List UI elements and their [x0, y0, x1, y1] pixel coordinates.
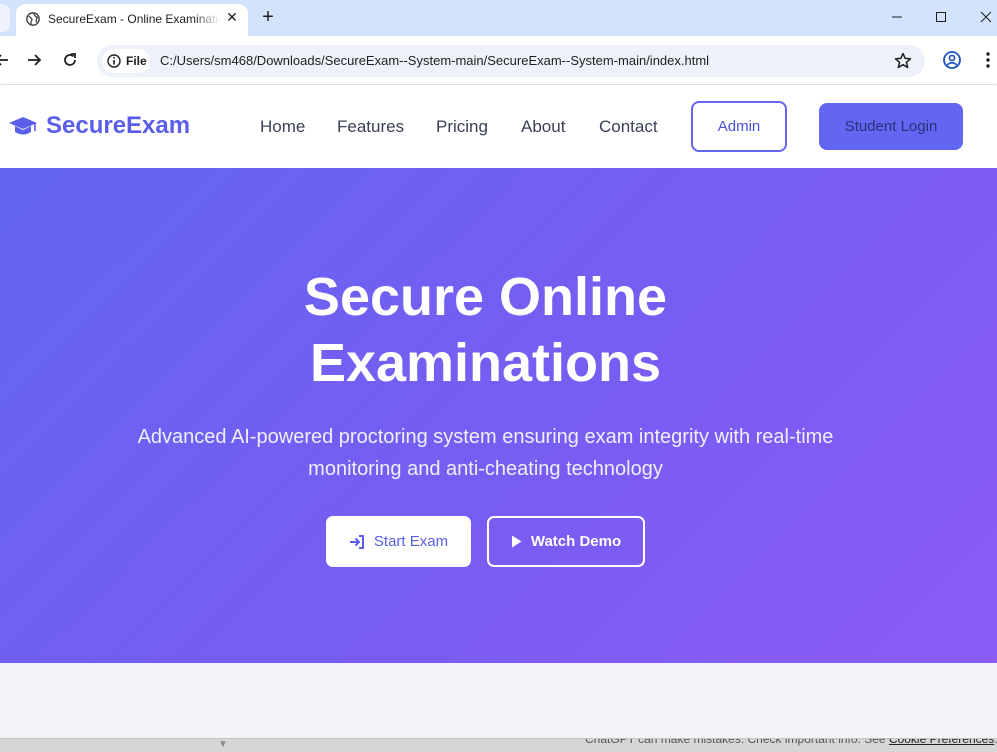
nav-link-pricing[interactable]: Pricing [436, 117, 488, 137]
info-icon [107, 54, 121, 68]
nav-link-contact[interactable]: Contact [599, 117, 658, 137]
admin-button[interactable]: Admin [691, 101, 787, 152]
graduation-cap-icon [9, 117, 37, 135]
site-info-chip[interactable]: File [102, 49, 150, 73]
previous-tab[interactable] [0, 4, 10, 32]
minimize-icon[interactable] [886, 6, 908, 28]
chevron-down-icon[interactable]: ▼ [218, 739, 228, 750]
hero-subtitle: Advanced AI-powered proctoring system en… [137, 426, 834, 480]
reload-icon[interactable] [60, 50, 80, 70]
start-exam-label: Start Exam [373, 533, 449, 550]
hero-title-line-2: Examinations [309, 333, 662, 393]
brand-name: SecureExam [46, 112, 191, 139]
cookie-preferences-link[interactable]: Cookie Preferences [889, 739, 994, 746]
hero-section: Secure Online Examinations Advanced AI-p… [0, 168, 997, 663]
site-header: SecureExam Home Features Pricing About C… [0, 85, 997, 168]
globe-icon [26, 12, 40, 26]
nav-link-features[interactable]: Features [337, 117, 404, 137]
sign-in-icon [349, 534, 365, 549]
tab-close-icon[interactable]: ✕ [224, 9, 240, 25]
window-close-icon[interactable] [975, 6, 997, 28]
next-section [0, 663, 997, 738]
new-tab-button[interactable]: + [258, 7, 278, 28]
maximize-icon[interactable] [930, 6, 952, 28]
hero-title-line-1: Secure Online [303, 267, 668, 327]
bookmark-star-icon[interactable] [893, 51, 913, 71]
watch-demo-label: Watch Demo [530, 533, 622, 550]
active-tab[interactable]: SecureExam - Online Examination ✕ [16, 4, 248, 36]
hero-title: Secure Online Examinations [0, 264, 971, 396]
nav-link-about[interactable]: About [521, 117, 565, 137]
student-login-button[interactable]: Student Login [819, 103, 963, 150]
disclaimer-text: ChatGPT can make mistakes. Check importa… [585, 739, 997, 746]
bottom-overlay-strip: ▼ ChatGPT can make mistakes. Check impor… [0, 738, 997, 752]
nav-link-home[interactable]: Home [260, 117, 305, 137]
watch-demo-button[interactable]: Watch Demo [487, 516, 645, 567]
back-arrow-icon[interactable] [0, 50, 12, 70]
more-menu-icon[interactable] [978, 50, 997, 70]
browser-toolbar: File C:/Users/sm468/Downloads/SecureExam… [0, 36, 997, 85]
play-icon [511, 535, 522, 548]
url-text[interactable]: C:/Users/sm468/Downloads/SecureExam--Sys… [160, 53, 709, 68]
brand-logo[interactable]: SecureExam [8, 112, 190, 140]
browser-tab-strip: SecureExam - Online Examination ✕ + [0, 0, 997, 36]
profile-icon[interactable] [942, 50, 962, 70]
tab-title: SecureExam - Online Examination [48, 12, 220, 26]
address-bar[interactable]: File C:/Users/sm468/Downloads/SecureExam… [97, 45, 925, 77]
start-exam-button[interactable]: Start Exam [326, 516, 471, 567]
forward-arrow-icon[interactable] [24, 50, 44, 70]
site-chip-label: File [126, 54, 147, 68]
